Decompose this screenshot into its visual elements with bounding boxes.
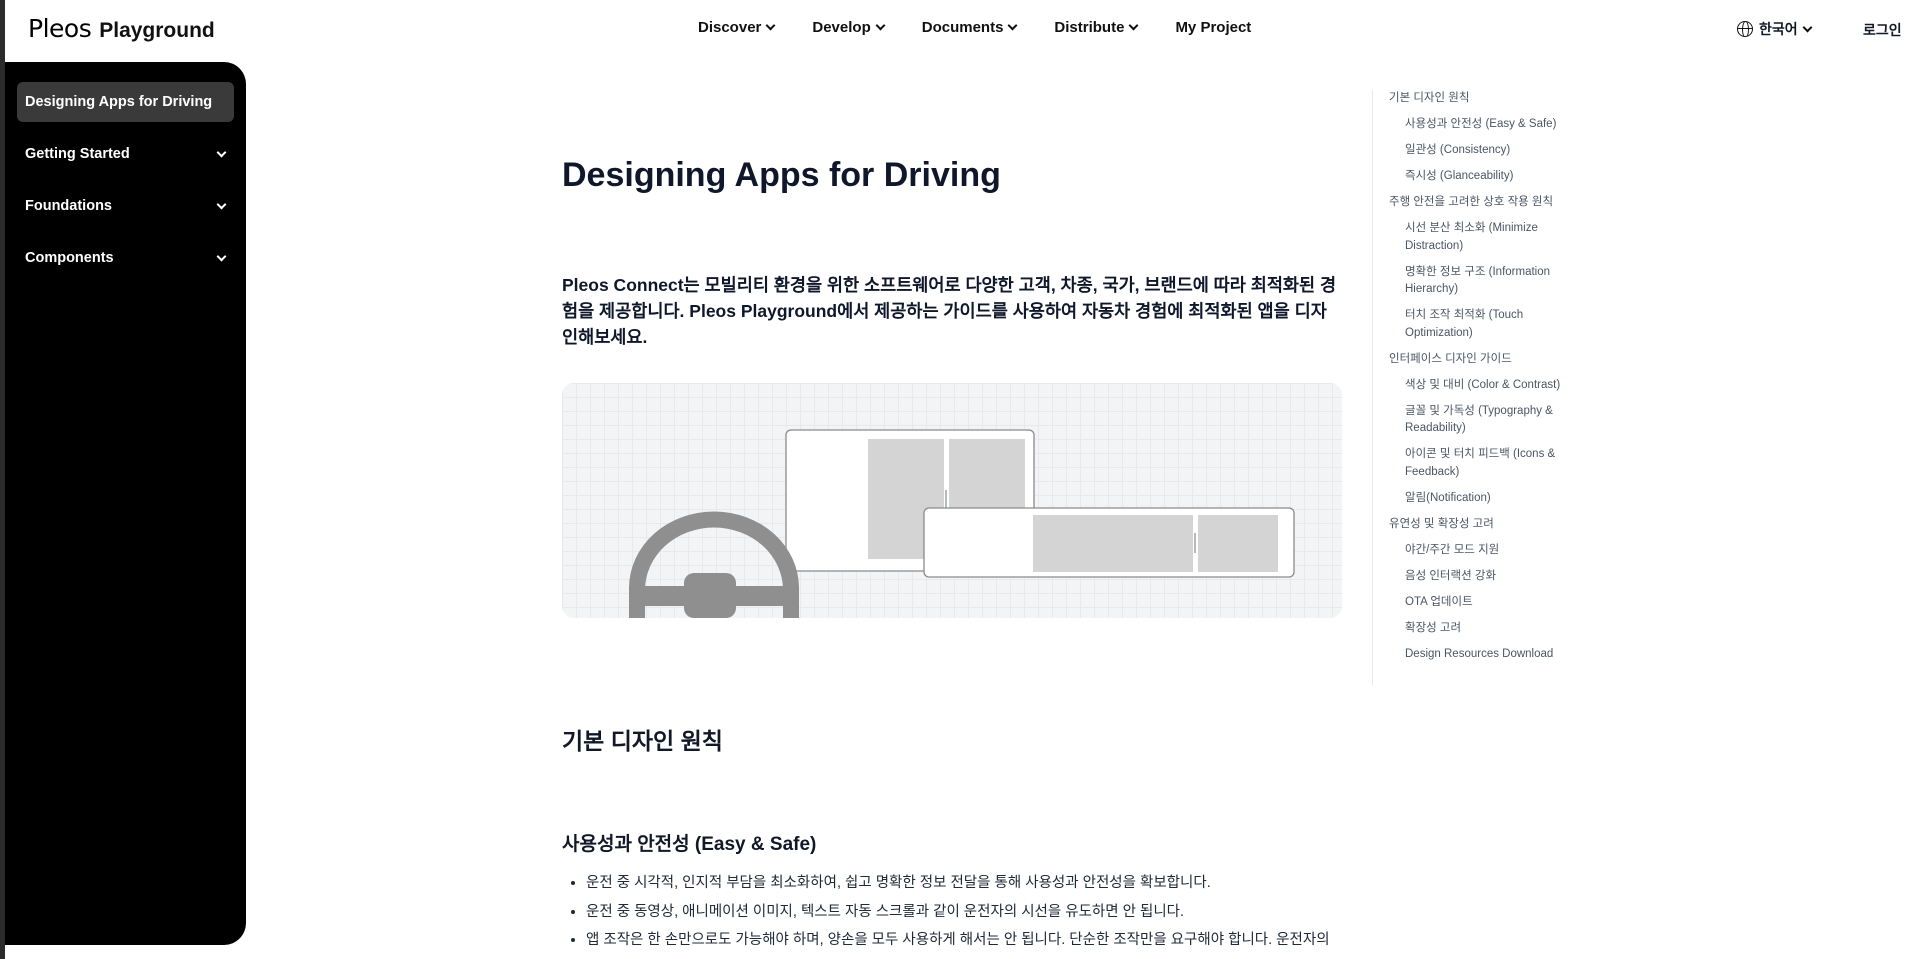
page-title: Designing Apps for Driving <box>562 156 1001 194</box>
toc-item[interactable]: 인터페이스 디자인 가이드 <box>1389 351 1572 369</box>
language-label: 한국어 <box>1759 21 1798 37</box>
list-item: 앱 조작은 한 손만으로도 가능해야 하며, 양손을 모두 사용하게 해서는 안… <box>586 926 1346 959</box>
sidebar-item-designing-apps[interactable]: Designing Apps for Driving <box>17 82 234 122</box>
main-nav: Discover Develop Documents Distribute My… <box>698 19 1251 36</box>
subsection-title: 사용성과 안전성 (Easy & Safe) <box>562 834 817 855</box>
intro-paragraph: Pleos Connect는 모빌리티 환경을 위한 소프트웨어로 다양한 고객… <box>562 275 1337 347</box>
section-title: 기본 디자인 원칙 <box>562 728 723 754</box>
chevron-down-icon <box>216 199 227 209</box>
toc-item[interactable]: 확장성 고려 <box>1389 620 1572 638</box>
dashboard-illustration-icon <box>629 429 1295 618</box>
toc-item[interactable]: 즉시성 (Glanceability) <box>1389 168 1572 186</box>
globe-icon <box>1737 21 1753 37</box>
top-header: Pleos Playground Discover Develop Docume… <box>5 0 1913 58</box>
nav-label: Documents <box>921 19 1004 36</box>
login-link[interactable]: 로그인 <box>1863 20 1902 40</box>
list-item: 운전 중 동영상, 애니메이션 이미지, 텍스트 자동 스크롤과 같이 운전자의… <box>586 898 1346 927</box>
toc-item[interactable]: 명확한 정보 구조 (Information Hierarchy) <box>1389 264 1572 299</box>
nav-label: Develop <box>812 19 871 36</box>
chevron-down-icon <box>765 20 776 31</box>
toc-item[interactable]: 야간/주간 모드 지원 <box>1389 542 1572 560</box>
table-of-contents: 기본 디자인 원칙 사용성과 안전성 (Easy & Safe) 일관성 (Co… <box>1372 90 1572 685</box>
list-item: 운전 중 시각적, 인지적 부담을 최소화하여, 쉽고 명확한 정보 전달을 통… <box>586 869 1346 898</box>
toc-item[interactable]: 음성 인터랙션 강화 <box>1389 568 1572 586</box>
sidebar-item-label: Getting Started <box>25 146 130 162</box>
toc-item[interactable]: 시선 분산 최소화 (Minimize Distraction) <box>1389 220 1572 255</box>
nav-develop[interactable]: Develop <box>812 19 886 36</box>
brand-logo[interactable]: Pleos Playground <box>28 14 215 43</box>
chevron-down-icon <box>216 251 227 261</box>
sidebar-item-components[interactable]: Components <box>17 238 234 278</box>
logo-text: Playground <box>99 19 215 42</box>
toc-item[interactable]: 일관성 (Consistency) <box>1389 142 1572 160</box>
chevron-down-icon <box>875 20 886 31</box>
nav-distribute[interactable]: Distribute <box>1054 19 1139 36</box>
chevron-down-icon <box>1007 20 1018 31</box>
toc-item[interactable]: 유연성 및 확장성 고려 <box>1389 516 1572 534</box>
toc-item[interactable]: 아이콘 및 터치 피드백 (Icons & Feedback) <box>1389 446 1572 481</box>
sidebar: Designing Apps for Driving Getting Start… <box>5 62 246 945</box>
toc-item[interactable]: 기본 디자인 원칙 <box>1389 90 1572 108</box>
sidebar-item-label: Foundations <box>25 198 112 214</box>
toc-item[interactable]: 터치 조작 최적화 (Touch Optimization) <box>1389 307 1572 342</box>
car-display-illustration <box>562 383 1342 618</box>
nav-my-project[interactable]: My Project <box>1175 19 1251 36</box>
sidebar-item-getting-started[interactable]: Getting Started <box>17 134 234 174</box>
chevron-down-icon <box>1128 20 1139 31</box>
toc-item[interactable]: 알림(Notification) <box>1389 490 1572 508</box>
toc-item[interactable]: 색상 및 대비 (Color & Contrast) <box>1389 377 1572 395</box>
sidebar-item-label: Components <box>25 250 114 266</box>
language-selector[interactable]: 한국어 <box>1737 19 1813 39</box>
logo-mark: Pleos <box>28 14 92 43</box>
nav-label: My Project <box>1175 19 1252 36</box>
nav-documents[interactable]: Documents <box>921 19 1018 36</box>
nav-label: Distribute <box>1054 19 1125 36</box>
sidebar-item-label: Designing Apps for Driving <box>25 94 213 110</box>
toc-item[interactable]: 글꼴 및 가독성 (Typography & Readability) <box>1389 403 1572 438</box>
chevron-down-icon <box>216 147 227 157</box>
nav-label: Discover <box>698 19 762 36</box>
toc-item[interactable]: 사용성과 안전성 (Easy & Safe) <box>1389 116 1572 134</box>
toc-item[interactable]: 주행 안전을 고려한 상호 작용 원칙 <box>1389 194 1572 212</box>
sidebar-item-foundations[interactable]: Foundations <box>17 186 234 226</box>
chevron-down-icon <box>1802 22 1813 32</box>
toc-item[interactable]: Design Resources Download <box>1389 646 1572 664</box>
toc-item[interactable]: OTA 업데이트 <box>1389 594 1572 612</box>
bullet-list: 운전 중 시각적, 인지적 부담을 최소화하여, 쉽고 명확한 정보 전달을 통… <box>586 869 1346 959</box>
nav-discover[interactable]: Discover <box>698 19 776 36</box>
